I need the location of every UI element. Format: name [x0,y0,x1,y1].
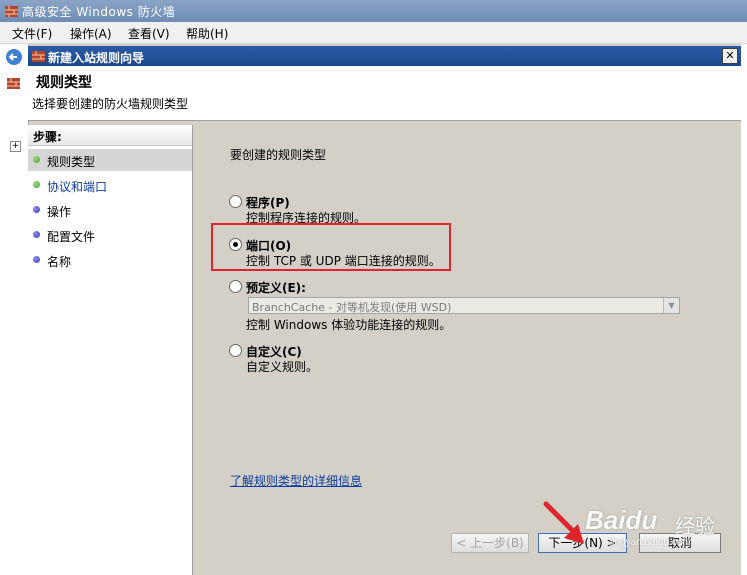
close-button[interactable]: ✕ [722,48,738,64]
step-name: 名称 [28,249,192,271]
app-titlebar: 高级安全 Windows 防火墙 [0,0,747,22]
step-protocol-ports[interactable]: 协议和端口 [28,174,192,196]
step-status-icon [33,231,40,238]
watermark-jingyan: 经验 [675,516,715,538]
learn-more-link[interactable]: 了解规则类型的详细信息 [230,472,362,489]
console-tree-strip: + [0,44,29,575]
watermark-url: jingyan.baidu.com [610,537,691,548]
firewall-node-icon [7,78,20,89]
page-subtitle: 选择要创建的防火墙规则类型 [32,97,189,111]
menu-file[interactable]: 文件(F) [12,25,52,42]
step-label: 配置文件 [47,230,96,244]
chevron-down-icon[interactable]: ▼ [663,298,679,313]
dialog-header: 规则类型 选择要创建的防火墙规则类型 [28,66,741,121]
highlight-annotation [211,223,451,271]
menu-bar: 文件(F) 操作(A) 查看(V) 帮助(H) [0,22,747,44]
steps-pane: 步骤: 规则类型 协议和端口 操作 配置文件 名称 [28,125,193,575]
step-label: 协议和端口 [47,180,108,194]
step-rule-type[interactable]: 规则类型 [28,149,192,171]
dialog-titlebar: 新建入站规则向导 ✕ [28,46,741,66]
firewall-icon [5,6,18,17]
program-radio[interactable] [229,195,242,208]
steps-label: 步骤: [33,130,62,144]
menu-help[interactable]: 帮助(H) [186,25,228,42]
step-profile: 配置文件 [28,224,192,246]
console-right-strip [741,44,747,575]
app-title: 高级安全 Windows 防火墙 [22,5,176,19]
option-description: 自定义规则。 [246,360,319,374]
step-label: 规则类型 [47,155,96,169]
back-button[interactable]: < 上一步(B) [451,533,529,553]
step-status-icon [33,256,40,263]
back-arrow-icon[interactable] [5,48,23,66]
custom-radio[interactable] [229,344,242,357]
content-heading: 要创建的规则类型 [230,148,327,162]
step-status-icon [33,181,40,188]
page-title: 规则类型 [36,75,92,91]
option-label[interactable]: 预定义(E): [246,279,306,296]
steps-header: 步骤: [28,125,192,146]
baidu-watermark: Baidu 经验 jingyan.baidu.com [585,505,745,565]
step-label: 操作 [47,205,72,219]
option-description: 控制 Windows 体验功能连接的规则。 [246,318,452,332]
expand-icon[interactable]: + [10,141,21,152]
wizard-firewall-icon [32,51,45,62]
menu-view[interactable]: 查看(V) [128,25,170,42]
step-status-icon [33,206,40,213]
step-action: 操作 [28,199,192,221]
predefined-select[interactable]: BranchCache - 对等机发现(使用 WSD) ▼ [248,297,680,314]
watermark-brand: Baidu [585,505,658,535]
step-label: 名称 [47,255,72,269]
menu-action[interactable]: 操作(A) [70,25,112,42]
predefined-radio[interactable] [229,280,242,293]
step-status-icon [33,156,40,163]
predefined-select-value: BranchCache - 对等机发现(使用 WSD) [252,301,452,314]
dialog-title: 新建入站规则向导 [48,51,145,65]
